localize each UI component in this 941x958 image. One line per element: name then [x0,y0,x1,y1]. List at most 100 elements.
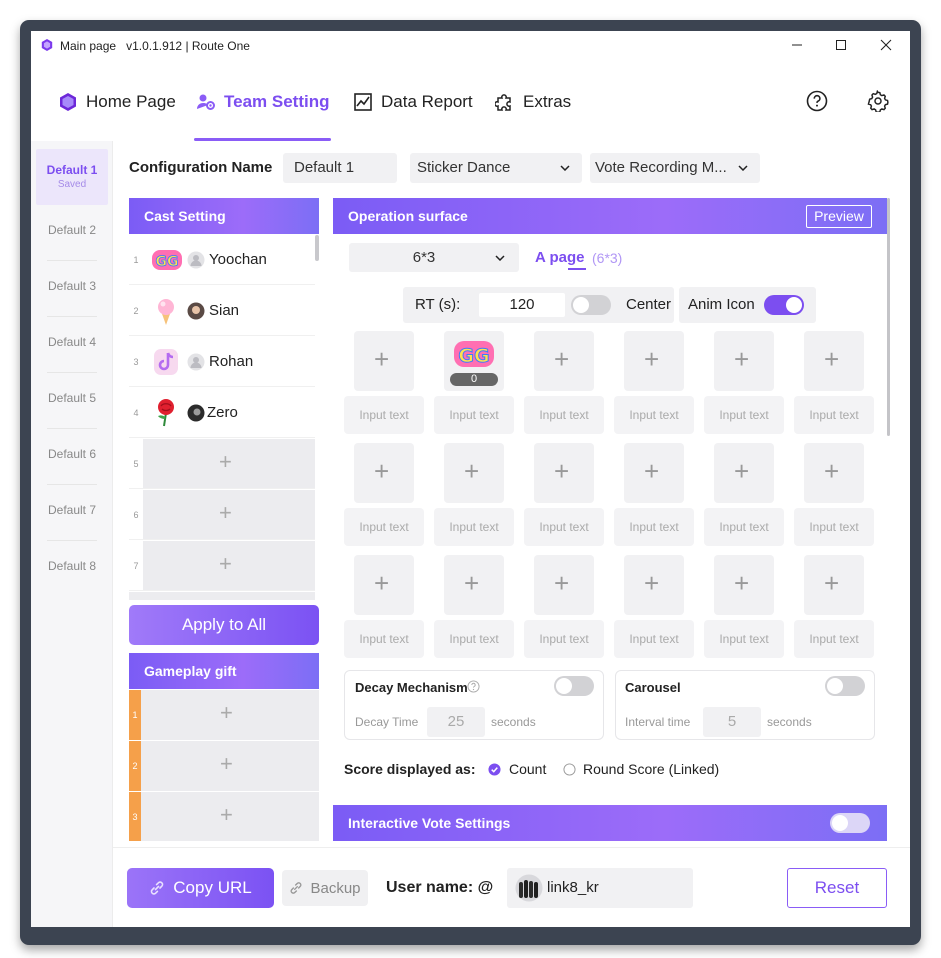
gift-cell-slot[interactable]: + [354,443,414,503]
minimize-button[interactable] [782,35,812,57]
nav-data-report[interactable]: Data Report [353,90,473,114]
rt-input[interactable]: 120 [479,293,565,317]
cell-text-input[interactable]: Input text [434,396,514,434]
user-name-field[interactable]: link8_kr [507,868,693,908]
operation-scrollbar[interactable] [887,198,890,436]
game-select[interactable]: Sticker Dance [410,153,582,183]
chevron-down-icon [738,165,748,171]
cast-row[interactable]: 2 Sian [129,286,315,336]
add-icon: + [554,456,570,486]
cell-text-input[interactable]: Input text [614,396,694,434]
anim-icon-toggle[interactable] [764,295,804,315]
rt-label: RT (s): [415,296,461,313]
page-tab-underline [568,268,586,270]
cell-text-input[interactable]: Input text [794,508,874,546]
cast-row-empty[interactable]: 5 + [129,439,315,489]
gift-cell-slot[interactable]: + [714,331,774,391]
score-option-count[interactable]: Count [488,761,546,777]
config-tab-5[interactable]: Default 5 [36,373,108,429]
cell-text-input[interactable]: Input text [524,620,604,658]
score-option-round[interactable]: Round Score (Linked) [563,761,719,777]
gg-sticker-icon: GG [152,250,182,270]
cast-row-empty[interactable]: 7 + [129,541,315,591]
configuration-name-input[interactable]: Default 1 [283,153,397,183]
question-circle-icon[interactable] [467,680,480,693]
config-tab-3[interactable]: Default 3 [36,261,108,317]
cast-row[interactable]: 3 Rohan [129,337,315,387]
carousel-toggle[interactable] [825,676,865,696]
cell-text-input[interactable]: Input text [344,396,424,434]
gift-cell-slot[interactable]: + [714,555,774,615]
page-tab-a[interactable]: A page [535,249,584,266]
gift-cell-slot[interactable]: + [444,555,504,615]
nav-extras[interactable]: Extras [495,90,571,114]
cell-text-input[interactable]: Input text [434,508,514,546]
gift-cell-slot[interactable]: + [624,331,684,391]
cell-text-input[interactable]: Input text [524,508,604,546]
config-tab-1[interactable]: Default 1 Saved [36,149,108,205]
preview-button[interactable]: Preview [806,205,872,228]
cast-row-empty[interactable]: 6 + [129,490,315,540]
cell-text-input[interactable]: Input text [704,396,784,434]
config-tab-7[interactable]: Default 7 [36,485,108,541]
cell-text-input[interactable]: Input text [344,508,424,546]
gift-count-badge: 0 [450,373,498,386]
cell-text-input[interactable]: Input text [794,396,874,434]
gift-cell-slot[interactable]: + [804,443,864,503]
position-select[interactable]: Center [626,296,671,313]
cast-row[interactable]: 4 Zero [129,388,315,438]
cast-name: Rohan [209,353,254,370]
cell-text-input[interactable]: Input text [614,508,694,546]
config-tab-2[interactable]: Default 2 [36,205,108,261]
gift-cell-slot[interactable]: + [534,443,594,503]
maximize-button[interactable] [826,35,856,57]
mode-select[interactable]: Vote Recording M... [590,153,760,183]
avatar [187,302,205,320]
cell-text-input[interactable]: Input text [704,508,784,546]
close-button[interactable] [871,35,901,57]
gift-cell-slot[interactable]: + [354,555,414,615]
gift-cell-slot[interactable]: + [534,555,594,615]
gift-cell-slot[interactable]: + [804,555,864,615]
interactive-vote-toggle[interactable] [830,813,870,833]
cell-text-input[interactable]: Input text [704,620,784,658]
decay-toggle[interactable] [554,676,594,696]
copy-url-button[interactable]: Copy URL [127,868,274,908]
gift-cell-slot[interactable]: + [534,331,594,391]
gift-cell-slot[interactable]: + [444,443,504,503]
nav-team-setting[interactable]: Team Setting [196,90,329,114]
cell-text-input[interactable]: Input text [434,620,514,658]
add-icon: + [734,456,750,486]
gift-cell-slot[interactable]: + [804,331,864,391]
rt-toggle[interactable] [571,295,611,315]
gift-cell-slot[interactable]: + [624,443,684,503]
interval-time-input[interactable]: 5 [703,707,761,737]
gift-row[interactable]: 2 + [129,741,319,791]
cell-text-input[interactable]: Input text [524,396,604,434]
config-tab-6[interactable]: Default 6 [36,429,108,485]
config-tab-4[interactable]: Default 4 [36,317,108,373]
backup-button[interactable]: Backup [282,870,368,906]
cell-text-input[interactable]: Input text [614,620,694,658]
nav-home-page[interactable]: Home Page [58,90,176,114]
cell-text-input[interactable]: Input text [794,620,874,658]
gift-cell-slot[interactable]: + [624,555,684,615]
gear-icon [867,89,889,114]
config-tab-8[interactable]: Default 8 [36,541,108,597]
decay-time-input[interactable]: 25 [427,707,485,737]
carousel-card: Carousel Interval time 5 seconds [615,670,875,740]
apply-to-all-button[interactable]: Apply to All [129,605,319,645]
gift-cell-slot-filled[interactable]: GG 0 [444,331,504,391]
gift-cell-slot[interactable]: + [714,443,774,503]
gift-row[interactable]: 3 + [129,792,319,841]
reset-button[interactable]: Reset [787,868,887,908]
cell-text-input[interactable]: Input text [344,620,424,658]
help-button[interactable] [806,90,828,112]
settings-button[interactable] [867,89,889,114]
cast-row[interactable]: 1 GG Yoochan [129,235,315,285]
gift-row[interactable]: 1 + [129,690,319,740]
gift-cell-slot[interactable]: + [354,331,414,391]
cast-scrollbar[interactable] [315,235,319,261]
layout-select[interactable]: 6*3 [349,243,519,272]
carousel-title: Carousel [625,680,681,695]
